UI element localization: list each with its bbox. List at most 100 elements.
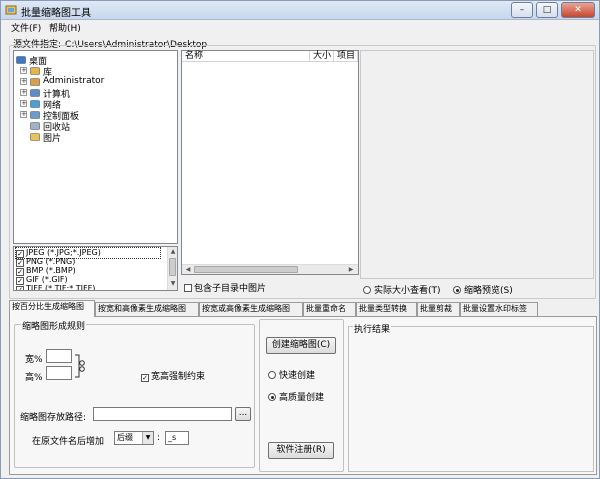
include-subdirs-label: 包含子目录中图片: [194, 284, 267, 294]
expand-icon[interactable]: +: [20, 78, 27, 85]
recycle-bin-icon: [30, 121, 40, 130]
menu-help[interactable]: 帮助(H): [49, 21, 81, 34]
thumbnail-preview-radio-dot[interactable]: [453, 286, 461, 294]
tab-width-or-height[interactable]: 按宽或高像素生成缩略图: [199, 302, 303, 316]
expand-icon[interactable]: +: [20, 89, 27, 96]
height-percent-input[interactable]: [46, 366, 72, 380]
scroll-down-icon[interactable]: ▼: [168, 280, 177, 287]
suffix-mode-value: 后缀: [117, 433, 133, 442]
tab-watermark[interactable]: 批量设置水印标签: [460, 302, 538, 316]
thumbnail-preview-radio[interactable]: 缩略预览(S): [453, 283, 513, 296]
tab-convert[interactable]: 批量类型转换: [356, 302, 417, 316]
filetype-checkbox[interactable]: ✓: [16, 286, 24, 290]
fast-create-radio-dot[interactable]: [268, 371, 276, 379]
folder-tree[interactable]: 桌面 + 库 + Administrator + 计算机 + 网络 + 控制面板 回收站 图片: [13, 50, 178, 244]
hscroll-thumb[interactable]: [194, 266, 298, 273]
window-title: 批量缩略图工具: [21, 8, 91, 19]
user-folder-icon: [30, 77, 40, 86]
preview-area: [360, 50, 594, 279]
actual-size-label: 实际大小查看(T): [374, 286, 441, 296]
rules-group: 缩略图形成规则 宽% 高% ✓ 宽高强制约束 缩略图存放路径: ... 在原文件名…: [14, 319, 255, 468]
filetype-label: GIF (*.GIF): [26, 275, 68, 284]
column-item[interactable]: 项目: [334, 51, 358, 62]
high-quality-label: 高质量创建: [279, 393, 325, 403]
save-path-input[interactable]: [93, 407, 232, 421]
control-panel-icon: [30, 110, 40, 119]
filetype-label: TIFF (*.TIF;*.TIFF): [26, 284, 96, 291]
filetype-label: JPEG (*.JPG;*.JPEG): [26, 248, 101, 257]
include-subdirs-box[interactable]: [184, 284, 192, 292]
title-bar: 批量缩略图工具 – □ ✕: [1, 1, 599, 20]
force-aspect-box[interactable]: ✓: [141, 374, 149, 382]
minimize-button[interactable]: –: [511, 2, 533, 18]
tree-item[interactable]: 桌面: [14, 54, 174, 67]
fast-create-radio[interactable]: 快速创建: [268, 368, 315, 381]
expand-icon[interactable]: +: [20, 100, 27, 107]
scroll-thumb[interactable]: [169, 258, 176, 276]
filetype-item[interactable]: ✓ TIFF (*.TIF;*.TIFF): [16, 284, 96, 291]
filetype-scrollbar[interactable]: ▲ ▼: [167, 247, 177, 290]
column-size[interactable]: 大小: [310, 51, 334, 62]
app-window: 批量缩略图工具 – □ ✕ 文件(F) 帮助(H) 源文件指定: C:\Users…: [0, 0, 600, 479]
results-area: 执行结果: [348, 322, 594, 472]
actions-group: 创建缩略图(C) 快速创建 高质量创建 软件注册(R): [259, 319, 344, 472]
menu-file[interactable]: 文件(F): [11, 21, 41, 34]
library-icon: [30, 66, 40, 75]
width-percent-input[interactable]: [46, 349, 72, 363]
tree-item-label: Administrator: [43, 76, 105, 86]
tree-item[interactable]: + 库: [14, 65, 174, 78]
network-icon: [30, 99, 40, 108]
filetype-label: BMP (*.BMP): [26, 266, 76, 275]
filetype-list[interactable]: ✓ JPEG (*.JPG;*.JPEG) ✓ PNG (*.PNG) ✓ BMP (*.…: [13, 246, 178, 291]
file-list-hscrollbar[interactable]: ◀ ▶: [182, 264, 358, 274]
column-name[interactable]: 名称: [182, 51, 310, 62]
scroll-right-icon[interactable]: ▶: [346, 266, 356, 273]
create-thumbnails-button[interactable]: 创建缩略图(C): [266, 337, 336, 354]
desktop-icon: [16, 55, 26, 64]
tab-percent[interactable]: 按百分比生成缩略图: [9, 300, 95, 317]
force-aspect-label: 宽高强制约束: [151, 372, 206, 382]
tab-rename[interactable]: 批量重命名: [303, 302, 356, 316]
dropdown-arrow-icon[interactable]: ▼: [142, 432, 153, 444]
tree-item[interactable]: 回收站: [14, 120, 174, 133]
tab-crop[interactable]: 批量剪裁: [417, 302, 460, 316]
fast-create-label: 快速创建: [279, 371, 316, 381]
tree-item[interactable]: + 计算机: [14, 87, 174, 100]
computer-icon: [30, 88, 40, 97]
tree-item[interactable]: + 网络: [14, 98, 174, 111]
tree-item-label: 图片: [43, 134, 62, 144]
scroll-left-icon[interactable]: ◀: [183, 266, 193, 273]
expand-icon[interactable]: +: [20, 111, 27, 118]
height-percent-label: 高%: [25, 373, 43, 383]
actual-size-radio-dot[interactable]: [363, 286, 371, 294]
tab-content: 缩略图形成规则 宽% 高% ✓ 宽高强制约束 缩略图存放路径: ... 在原文件名…: [9, 316, 597, 475]
width-percent-label: 宽%: [25, 355, 43, 365]
rules-legend: 缩略图形成规则: [21, 319, 87, 332]
suffix-mode-select[interactable]: 后缀 ▼: [114, 431, 154, 445]
close-button[interactable]: ✕: [561, 2, 595, 18]
app-icon: [5, 5, 17, 15]
maximize-button[interactable]: □: [536, 2, 558, 18]
file-list[interactable]: 名称 大小 项目 ◀ ▶: [181, 50, 359, 275]
include-subdirs-checkbox[interactable]: 包含子目录中图片: [184, 281, 266, 294]
expand-icon[interactable]: +: [20, 67, 27, 74]
tree-item[interactable]: + 控制面板: [14, 109, 174, 122]
actual-size-radio[interactable]: 实际大小查看(T): [363, 283, 441, 296]
aspect-link-icon: [75, 354, 85, 378]
menu-bar: 文件(F) 帮助(H): [1, 20, 599, 34]
results-label: 执行结果: [353, 322, 392, 335]
filetype-label: PNG (*.PNG): [26, 257, 76, 266]
force-aspect-checkbox[interactable]: ✓ 宽高强制约束: [141, 369, 205, 382]
scroll-up-icon[interactable]: ▲: [168, 248, 177, 255]
save-path-label: 缩略图存放路径:: [20, 413, 87, 423]
register-button[interactable]: 软件注册(R): [268, 442, 334, 459]
folder-icon: [30, 132, 40, 141]
high-quality-radio[interactable]: 高质量创建: [268, 390, 324, 403]
tree-item[interactable]: 图片: [14, 131, 174, 144]
tab-width-and-height[interactable]: 按宽和高像素生成缩略图: [95, 302, 199, 316]
browse-button[interactable]: ...: [235, 407, 251, 421]
thumbnail-preview-label: 缩略预览(S): [464, 286, 513, 296]
tree-item[interactable]: + Administrator: [14, 76, 174, 87]
high-quality-radio-dot[interactable]: [268, 393, 276, 401]
suffix-input[interactable]: _s: [165, 431, 189, 445]
